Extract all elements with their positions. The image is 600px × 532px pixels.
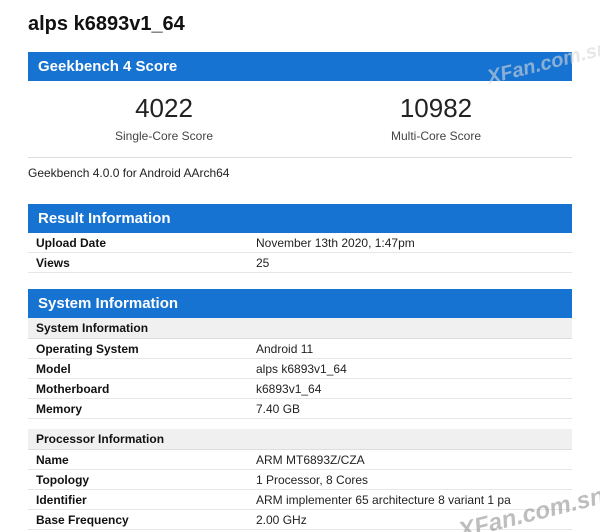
- row-label: Operating System: [36, 342, 256, 356]
- table-row: Name ARM MT6893Z/CZA: [28, 450, 572, 470]
- row-label: Base Frequency: [36, 513, 256, 527]
- result-information-section: Result Information Upload Date November …: [28, 204, 572, 273]
- table-row: Identifier ARM implementer 65 architectu…: [28, 490, 572, 510]
- single-core-score-label: Single-Core Score: [28, 129, 300, 143]
- system-information-header: System Information: [28, 289, 572, 318]
- row-value: 2.00 GHz: [256, 513, 564, 527]
- row-label: Motherboard: [36, 382, 256, 396]
- multi-core-score-value: 10982: [300, 93, 572, 123]
- geekbench-version-footnote: Geekbench 4.0.0 for Android AArch64: [28, 158, 572, 188]
- page-title: alps k6893v1_64: [28, 12, 572, 36]
- row-label: Views: [36, 256, 256, 270]
- row-value: Android 11: [256, 342, 564, 356]
- table-row: Topology 1 Processor, 8 Cores: [28, 470, 572, 490]
- row-value: 7.40 GB: [256, 402, 564, 416]
- single-core-score-block: 4022 Single-Core Score: [28, 93, 300, 143]
- multi-core-score-label: Multi-Core Score: [300, 129, 572, 143]
- single-core-score-value: 4022: [28, 93, 300, 123]
- scores-row: 4022 Single-Core Score 10982 Multi-Core …: [28, 81, 572, 157]
- table-row: Operating System Android 11: [28, 339, 572, 359]
- row-value: ARM MT6893Z/CZA: [256, 453, 564, 467]
- processor-subheader: Processor Information: [28, 429, 572, 450]
- table-row: Upload Date November 13th 2020, 1:47pm: [28, 233, 572, 253]
- row-label: Upload Date: [36, 236, 256, 250]
- system-information-section: System Information System Information Op…: [28, 289, 572, 530]
- row-value: k6893v1_64: [256, 382, 564, 396]
- table-row: Model alps k6893v1_64: [28, 359, 572, 379]
- table-row: Base Frequency 2.00 GHz: [28, 510, 572, 530]
- row-value: alps k6893v1_64: [256, 362, 564, 376]
- row-label: Identifier: [36, 493, 256, 507]
- row-value: ARM implementer 65 architecture 8 varian…: [256, 493, 564, 507]
- score-section-header: Geekbench 4 Score: [28, 52, 572, 81]
- multi-core-score-block: 10982 Multi-Core Score: [300, 93, 572, 143]
- row-label: Topology: [36, 473, 256, 487]
- row-value: November 13th 2020, 1:47pm: [256, 236, 564, 250]
- result-information-header: Result Information: [28, 204, 572, 233]
- row-label: Memory: [36, 402, 256, 416]
- row-value: 25: [256, 256, 564, 270]
- row-label: Name: [36, 453, 256, 467]
- table-row: Motherboard k6893v1_64: [28, 379, 572, 399]
- table-row: Memory 7.40 GB: [28, 399, 572, 419]
- table-row: Views 25: [28, 253, 572, 273]
- results-page: alps k6893v1_64 Geekbench 4 Score 4022 S…: [0, 0, 600, 530]
- score-section: Geekbench 4 Score 4022 Single-Core Score…: [28, 52, 572, 188]
- row-value: 1 Processor, 8 Cores: [256, 473, 564, 487]
- system-subheader: System Information: [28, 318, 572, 339]
- row-label: Model: [36, 362, 256, 376]
